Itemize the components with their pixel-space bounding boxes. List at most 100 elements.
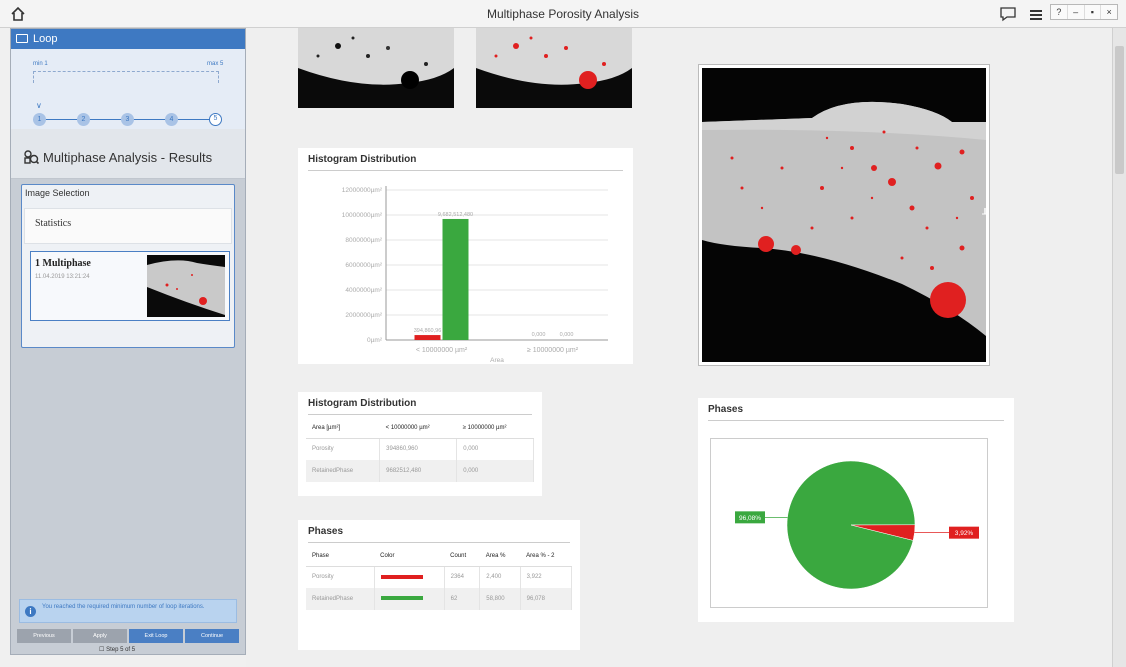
- image-selection-title: Image Selection: [25, 188, 90, 198]
- previous-button[interactable]: Previous: [17, 629, 71, 643]
- histogram-table-card: Histogram Distribution Area [µm²] < 1000…: [298, 392, 542, 496]
- data-label: 0,000: [532, 332, 546, 338]
- table-row: Porosity 394860,960 0,000: [306, 438, 534, 460]
- statistics-item[interactable]: Statistics: [24, 208, 232, 244]
- list-icon[interactable]: [1026, 5, 1046, 23]
- multiphase-item-date: 11.04.2019 13:21:24: [35, 274, 90, 280]
- histogram-table-header: < 10000000 µm²: [379, 418, 457, 439]
- main-image-frame: [698, 64, 990, 366]
- loop-step-1[interactable]: 1: [33, 113, 46, 126]
- phases-table-header: Color: [374, 546, 445, 567]
- loop-icon: [16, 34, 28, 43]
- loop-min-label: min 1: [33, 61, 48, 67]
- exit-loop-button[interactable]: Exit Loop: [129, 629, 183, 643]
- y-tick-label: 0µm²: [367, 337, 383, 344]
- window-controls: ? – ▪ ×: [1050, 4, 1118, 20]
- restore-button[interactable]: ▪: [1085, 5, 1102, 19]
- y-tick-label: 6000000µm²: [345, 262, 382, 269]
- table-cell: RetainedPhase: [306, 460, 381, 482]
- loop-step-5[interactable]: 5: [209, 113, 222, 126]
- phase-area2: 3,922: [520, 566, 573, 588]
- phase-count: 2364: [444, 566, 481, 588]
- data-label: 0,000: [560, 332, 574, 338]
- histogram-table: Area [µm²] < 10000000 µm² ≥ 10000000 µm²…: [306, 418, 534, 482]
- phases-table-header: Phase: [306, 546, 375, 567]
- phases-table-header: Area %: [479, 546, 521, 567]
- help-button[interactable]: ?: [1051, 5, 1068, 19]
- minimize-button[interactable]: –: [1068, 5, 1085, 19]
- step-indicator: ☐ Step 5 of 5: [99, 646, 135, 653]
- segmented-image[interactable]: [702, 68, 986, 362]
- notice-text: You reached the required minimum number …: [42, 604, 205, 610]
- y-tick-label: 8000000µm²: [345, 237, 382, 244]
- scrollbar-thumb[interactable]: [1115, 46, 1124, 174]
- info-icon: i: [25, 606, 36, 617]
- loop-step-3[interactable]: 3: [121, 113, 134, 126]
- step-indicator-label: Step 5 of 5: [106, 647, 136, 653]
- chevron-down-icon: ∨: [36, 101, 42, 110]
- phase-color: [374, 588, 445, 610]
- phase-area2: 96,078: [520, 588, 573, 610]
- histogram-chart: 0µm² 2000000µm² 4000000µm² 6000000µm² 800000…: [342, 186, 608, 364]
- loop-steps: 1 2 3 4 5: [33, 113, 222, 127]
- loop-step-4[interactable]: 4: [165, 113, 178, 126]
- table-cell: 0,000: [456, 438, 534, 460]
- phase-name: Porosity: [306, 566, 375, 588]
- bar: [442, 218, 469, 340]
- info-notice: i You reached the required minimum numbe…: [19, 599, 237, 623]
- action-bar: Previous Apply Exit Loop Continue: [17, 629, 239, 643]
- histogram-table-title: Histogram Distribution: [308, 398, 417, 409]
- y-tick-label: 2000000µm²: [345, 312, 382, 319]
- color-swatch: [380, 596, 423, 601]
- phases-table-header: Count: [444, 546, 480, 567]
- phase-count: 62: [444, 588, 481, 610]
- bar: [414, 335, 441, 340]
- vertical-scrollbar[interactable]: [1112, 28, 1126, 667]
- y-tick-label: 12000000µm²: [342, 187, 383, 194]
- phases-table-title: Phases: [308, 526, 344, 537]
- segmented-image-thumbnail: [476, 28, 632, 108]
- table-row: RetainedPhase 62 58,800 96,078: [306, 588, 573, 610]
- data-label: 394,860,96: [414, 328, 442, 334]
- slice-label: 96,08%: [739, 515, 761, 522]
- close-button[interactable]: ×: [1101, 5, 1117, 19]
- window-title: Multiphase Porosity Analysis: [486, 7, 640, 21]
- multiphase-thumbnail: [147, 255, 225, 317]
- x-tick-label: < 10000000 µm²: [416, 347, 468, 354]
- loop-max-label: max 5: [207, 61, 224, 67]
- phase-name: RetainedPhase: [306, 588, 375, 610]
- histogram-chart-title: Histogram Distribution: [308, 154, 417, 165]
- comment-icon[interactable]: [998, 5, 1018, 23]
- y-tick-label: 4000000µm²: [345, 287, 382, 294]
- x-axis-label: Area: [490, 357, 504, 364]
- table-cell: 9682512,480: [379, 460, 458, 482]
- phases-table-card: Phases Phase Color Count Area % Area % -…: [298, 520, 580, 650]
- image-selection: Image Selection Statistics 1 Multiphase …: [21, 184, 235, 348]
- color-swatch: [380, 574, 423, 579]
- step-icon: ☐: [99, 647, 105, 653]
- table-cell: Porosity: [306, 438, 381, 460]
- slice-label: 3,92%: [955, 530, 974, 537]
- histogram-table-header: Area [µm²]: [306, 418, 380, 439]
- apply-button[interactable]: Apply: [73, 629, 127, 643]
- table-cell: 0,000: [456, 460, 534, 482]
- data-label: 9,682,512,480: [438, 212, 473, 218]
- phases-table-header: Area % - 2: [520, 546, 572, 567]
- continue-button[interactable]: Continue: [185, 629, 239, 643]
- loop-label: Loop: [33, 33, 58, 45]
- multiphase-item-title: 1 Multiphase: [35, 258, 91, 269]
- table-row: Porosity 2364 2,400 3,922: [306, 566, 573, 588]
- statistics-label: Statistics: [35, 218, 72, 229]
- multiphase-item[interactable]: 1 Multiphase 11.04.2019 13:21:24: [30, 251, 230, 321]
- loop-step-2[interactable]: 2: [77, 113, 90, 126]
- phases-pie-chart: 96,08% 3,92%: [735, 460, 979, 590]
- loop-range-bracket: [33, 71, 219, 83]
- phases-chart-card: Phases 96,08% 3,92%: [698, 398, 1014, 622]
- results-header: Multiphase Analysis - Results: [11, 129, 245, 179]
- analysis-icon: [24, 150, 39, 165]
- histogram-chart-card: Histogram Distribution 0µm² 2000000µm² 400…: [298, 148, 633, 364]
- phase-area: 58,800: [479, 588, 521, 610]
- table-cell: 394860,960: [379, 438, 458, 460]
- phase-area: 2,400: [479, 566, 521, 588]
- loop-header[interactable]: Loop: [11, 29, 245, 49]
